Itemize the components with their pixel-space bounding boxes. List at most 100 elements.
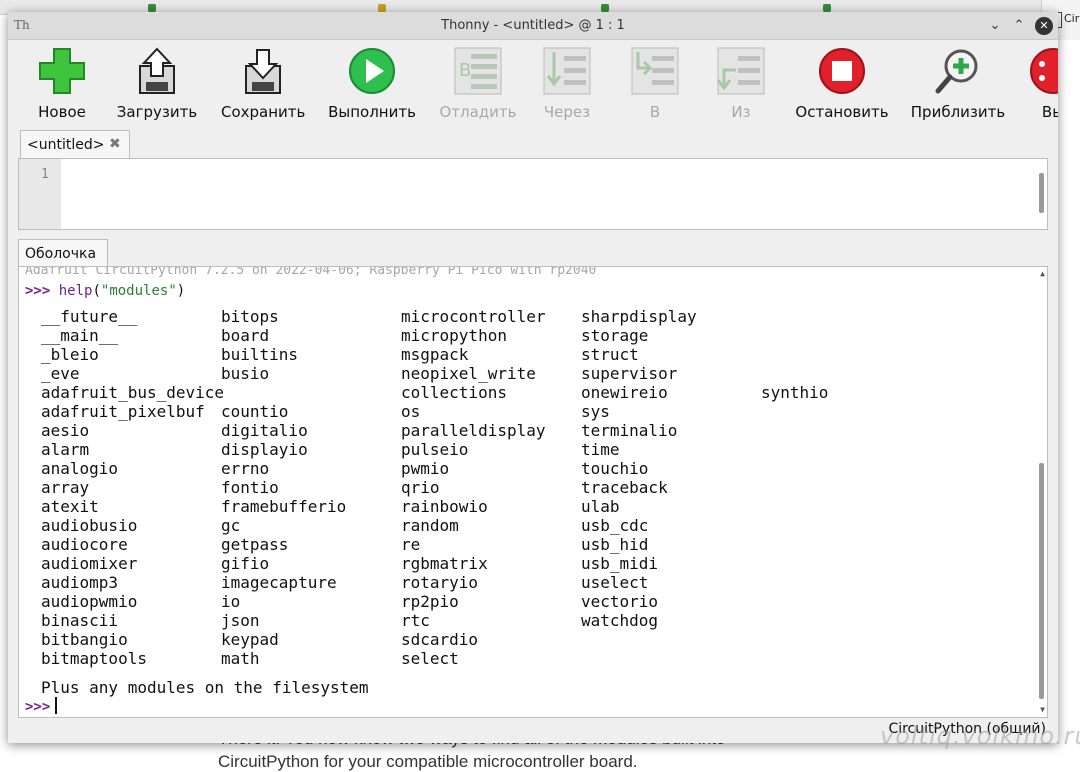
module-name: audiocore xyxy=(41,535,128,554)
module-name: digitalio xyxy=(221,421,308,440)
load-button[interactable]: Загрузить xyxy=(116,46,198,121)
module-name: onewireio xyxy=(581,383,668,402)
module-name: microcontroller xyxy=(401,307,546,326)
minimize-button[interactable]: ⌄ xyxy=(985,16,1005,36)
module-name: adafruit_pixelbuf xyxy=(41,402,205,421)
module-name: _bleio xyxy=(41,345,99,364)
module-name: sdcardio xyxy=(401,630,479,649)
module-name: pulseio xyxy=(401,440,469,459)
module-name: qrio xyxy=(401,478,440,497)
module-name: audiobusio xyxy=(41,516,138,535)
editor-tab-label: <untitled> xyxy=(27,137,105,153)
module-name: rainbowio xyxy=(401,497,488,516)
maximize-button[interactable]: ⌃ xyxy=(1009,16,1029,36)
module-name: audiopwmio xyxy=(41,592,138,611)
module-name: paralleldisplay xyxy=(401,421,546,440)
module-name: framebufferio xyxy=(221,497,347,516)
stop-button[interactable]: Остановить xyxy=(794,46,890,121)
module-name: rgbmatrix xyxy=(401,554,488,573)
editor-scrollbar[interactable] xyxy=(1039,173,1044,213)
command-argument: "modules" xyxy=(100,283,177,299)
zoom-icon xyxy=(933,46,983,96)
module-name: watchdog xyxy=(581,611,659,630)
module-name: rotaryio xyxy=(401,573,479,592)
module-name: errno xyxy=(221,459,270,478)
close-button[interactable]: ✕ xyxy=(1035,17,1053,35)
text-cursor xyxy=(55,697,57,714)
shell-scrollbar-thumb[interactable] xyxy=(1039,463,1044,699)
module-name: getpass xyxy=(221,535,289,554)
module-name: uselect xyxy=(581,573,649,592)
run-button[interactable]: Выполнить xyxy=(326,46,418,121)
module-name: audiomp3 xyxy=(41,573,119,592)
step-out-icon xyxy=(716,46,766,96)
module-name: gc xyxy=(221,516,241,535)
module-name: alarm xyxy=(41,440,90,459)
shell-footer-text: Plus any modules on the filesystem xyxy=(41,678,369,697)
module-name: collections xyxy=(401,383,507,402)
module-name: analogio xyxy=(41,459,119,478)
module-name: json xyxy=(221,611,260,630)
step-into-button[interactable]: В xyxy=(627,46,683,121)
window-title: Thonny - <untitled> @ 1 : 1 xyxy=(441,18,625,33)
module-name: fontio xyxy=(221,478,279,497)
module-name: bitbangio xyxy=(41,630,128,649)
module-name: atexit xyxy=(41,497,99,516)
run-icon xyxy=(347,46,397,96)
module-name: sys xyxy=(581,402,610,421)
step-over-icon xyxy=(542,46,592,96)
module-name: traceback xyxy=(581,478,668,497)
new-file-icon xyxy=(37,46,87,96)
shell-prompt: >>> xyxy=(25,283,51,299)
zoom-button[interactable]: Приблизить xyxy=(910,46,1006,121)
title-bar[interactable]: Th Thonny - <untitled> @ 1 : 1 ⌄ ⌃ ✕ xyxy=(8,12,1058,40)
module-name: struct xyxy=(581,345,639,364)
module-name: io xyxy=(221,592,241,611)
step-over-button[interactable]: Через xyxy=(538,46,596,121)
debug-button[interactable]: B Отладить xyxy=(438,46,518,121)
scroll-up-icon[interactable]: ▲ xyxy=(1040,269,1045,278)
module-name: countio xyxy=(221,402,289,421)
module-name: vectorio xyxy=(581,592,659,611)
load-icon xyxy=(132,46,182,96)
module-name: busio xyxy=(221,364,270,383)
scroll-down-icon[interactable]: ▼ xyxy=(1040,705,1045,714)
line-number: 1 xyxy=(41,167,49,182)
step-out-button[interactable]: Из xyxy=(713,46,769,121)
module-name: micropython xyxy=(401,326,507,345)
background-tab-dot xyxy=(378,4,386,12)
module-name: touchio xyxy=(581,459,649,478)
editor-tab-untitled[interactable]: <untitled> ✖ xyxy=(20,130,130,159)
exit-button[interactable]: Вы xyxy=(1028,46,1058,121)
module-name: msgpack xyxy=(401,345,469,364)
stop-icon xyxy=(817,46,867,96)
module-name: storage xyxy=(581,326,649,345)
module-name: __main__ xyxy=(41,326,119,345)
save-button[interactable]: Сохранить xyxy=(221,46,305,121)
shell-tab[interactable]: Оболочка xyxy=(18,239,108,267)
module-name: supervisor xyxy=(581,364,678,383)
watermark: voltiq.volkmo.ru xyxy=(880,722,1080,750)
line-number-gutter: 1 xyxy=(19,159,61,229)
module-name: builtins xyxy=(221,345,299,364)
module-name: random xyxy=(401,516,459,535)
module-name: select xyxy=(401,649,459,668)
command-function: help xyxy=(58,283,93,299)
module-name: array xyxy=(41,478,90,497)
module-name: displayio xyxy=(221,440,308,459)
module-name: board xyxy=(221,326,270,345)
module-name: ulab xyxy=(581,497,620,516)
code-editor[interactable]: 1 xyxy=(18,158,1048,230)
module-name: bitmaptools xyxy=(41,649,147,668)
module-name: os xyxy=(401,402,421,421)
debug-icon: B xyxy=(453,46,503,96)
module-name: usb_hid xyxy=(581,535,649,554)
exit-icon xyxy=(1028,46,1058,96)
tab-close-icon[interactable]: ✖ xyxy=(109,136,121,152)
module-name: aesio xyxy=(41,421,90,440)
module-name: re xyxy=(401,535,421,554)
new-button[interactable]: Новое xyxy=(34,46,90,121)
shell-console[interactable]: Adafruit CircuitPython 7.2.5 on 2022-04-… xyxy=(18,266,1048,718)
module-name: audiomixer xyxy=(41,554,138,573)
module-name: rtc xyxy=(401,611,430,630)
